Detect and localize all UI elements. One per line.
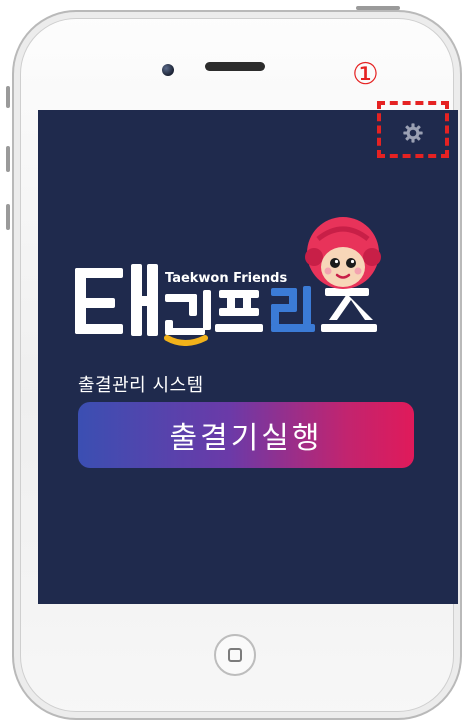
system-subtitle: 출결관리 시스템 (78, 375, 204, 396)
logo-english-text: Taekwon Friends (165, 271, 287, 286)
volume-down-button (6, 204, 10, 230)
front-camera (162, 64, 174, 76)
run-attendance-button[interactable]: 출결기실행 (78, 402, 414, 468)
volume-up-button (6, 146, 10, 172)
earpiece-speaker (205, 62, 265, 71)
home-button[interactable] (214, 634, 256, 676)
volume-switch (6, 86, 10, 108)
mascot-icon (305, 217, 381, 289)
home-button-icon (228, 648, 242, 662)
annotation-marker: ① (352, 57, 379, 92)
app-screen (38, 110, 458, 604)
gear-icon[interactable] (402, 122, 424, 144)
power-button (356, 6, 400, 10)
